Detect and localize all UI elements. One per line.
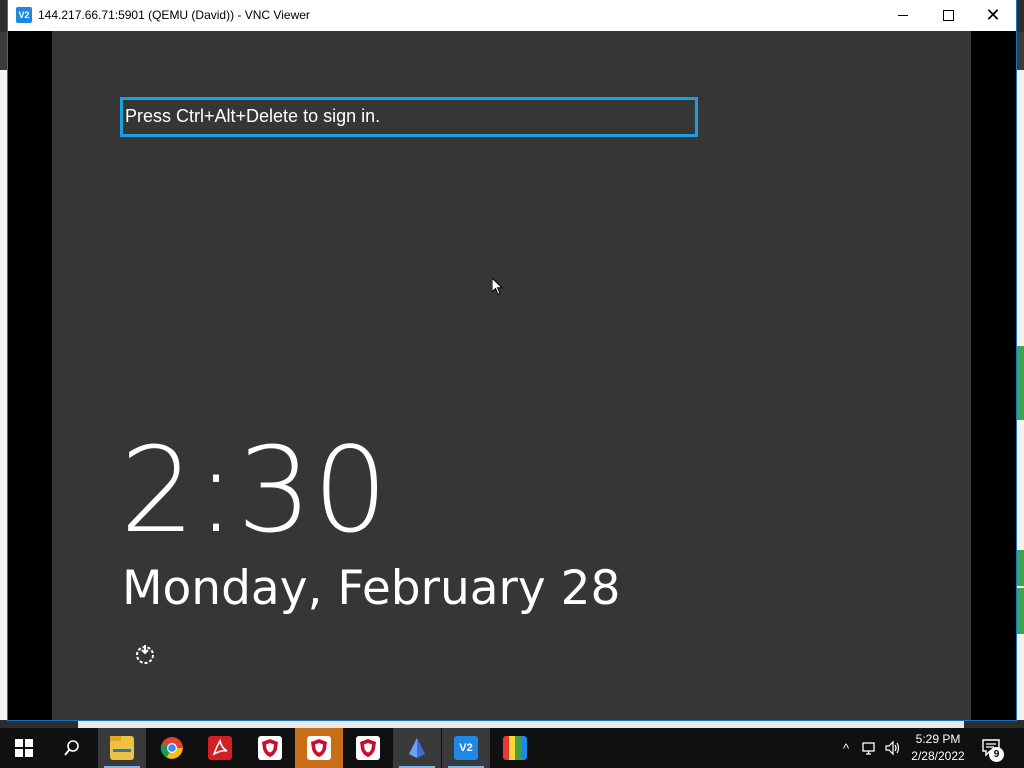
maximize-icon — [942, 10, 954, 21]
action-center-button[interactable]: 9 — [980, 736, 1004, 762]
notification-count-badge: 9 — [989, 747, 1004, 762]
taskbar-chrome[interactable] — [148, 728, 196, 768]
volume-icon[interactable] — [884, 740, 902, 756]
taskbar-time: 5:29 PM — [915, 732, 961, 746]
search-icon — [64, 740, 79, 756]
chrome-icon — [160, 737, 183, 759]
ease-of-access-icon[interactable] — [134, 643, 156, 665]
taskbar-avg[interactable] — [491, 728, 539, 768]
signin-prompt-text: Press Ctrl+Alt+Delete to sign in. — [125, 106, 381, 126]
lock-screen-time: 2:30 — [120, 421, 389, 559]
desktop-bottom-edge — [78, 720, 964, 728]
taskbar-file-explorer[interactable] — [98, 728, 146, 768]
start-button[interactable] — [0, 728, 48, 768]
crystal-icon — [409, 738, 425, 758]
taskbar-date: 2/28/2022 — [911, 749, 965, 763]
minimize-button[interactable] — [880, 0, 926, 31]
chevron-up-icon[interactable]: ^ — [838, 741, 854, 756]
acrobat-icon — [208, 736, 232, 760]
windows-logo-icon — [15, 739, 33, 757]
desktop-green-element — [1016, 588, 1024, 634]
maximize-button[interactable] — [925, 0, 971, 31]
minimize-icon — [898, 15, 908, 16]
search-button[interactable] — [48, 728, 96, 768]
signin-prompt-box[interactable]: Press Ctrl+Alt+Delete to sign in. — [120, 97, 698, 137]
vnc-viewer-window: V2 144.217.66.71:5901 (QEMU (David)) - V… — [8, 0, 1016, 720]
folder-icon — [110, 736, 134, 760]
taskbar-mcafee-2[interactable] — [295, 728, 343, 768]
shield-icon — [356, 736, 380, 760]
taskbar-vnc-viewer[interactable]: V2 — [442, 728, 490, 768]
close-button[interactable]: ✕ — [970, 0, 1016, 31]
shield-icon — [307, 736, 331, 760]
system-tray: ^ — [838, 728, 902, 768]
lock-screen-date: Monday, February 28 — [122, 561, 621, 616]
window-title: 144.217.66.71:5901 (QEMU (David)) - VNC … — [38, 8, 310, 22]
taskbar-app-blue[interactable] — [393, 728, 441, 768]
taskbar-mcafee-3[interactable] — [344, 728, 392, 768]
desktop-green-element — [1016, 550, 1024, 586]
desktop-left-edge — [0, 70, 8, 720]
taskbar-mcafee-1[interactable] — [246, 728, 294, 768]
taskbar: V2 ^ 5:29 PM 2/28/2022 9 — [0, 728, 1024, 768]
remote-lock-screen[interactable]: Press Ctrl+Alt+Delete to sign in. 2:30 M… — [52, 31, 971, 720]
network-icon[interactable] — [862, 740, 878, 756]
window-titlebar[interactable]: V2 144.217.66.71:5901 (QEMU (David)) - V… — [8, 0, 1016, 31]
close-icon: ✕ — [985, 5, 1001, 25]
avg-icon — [503, 736, 527, 760]
vnc-icon: V2 — [454, 736, 478, 760]
shield-icon — [258, 736, 282, 760]
mouse-cursor-icon — [492, 278, 504, 296]
vnc-app-icon[interactable]: V2 — [16, 7, 32, 23]
taskbar-acrobat[interactable] — [196, 728, 244, 768]
desktop-green-element — [1016, 346, 1024, 420]
taskbar-clock[interactable]: 5:29 PM 2/28/2022 — [904, 731, 972, 765]
